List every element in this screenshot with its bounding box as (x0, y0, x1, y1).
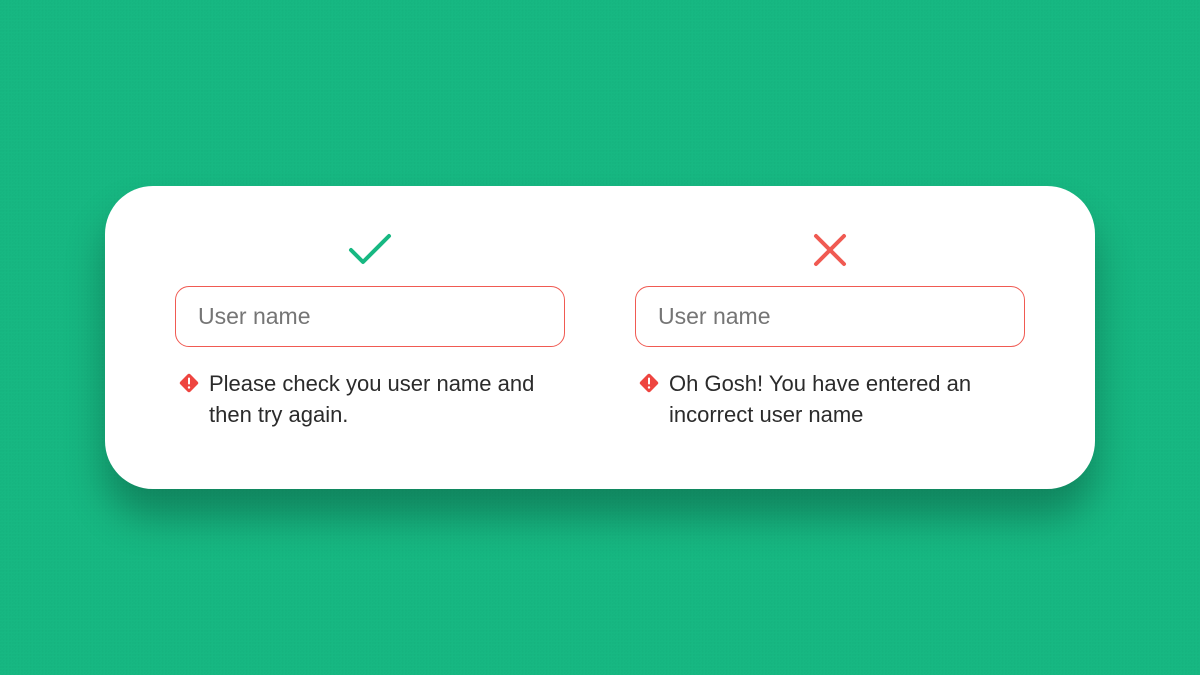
checkmark-icon (347, 228, 393, 272)
error-message-bad: Oh Gosh! You have entered an incorrect u… (635, 369, 1025, 431)
error-text-bad: Oh Gosh! You have entered an incorrect u… (669, 369, 1025, 431)
username-input-bad[interactable] (635, 286, 1025, 347)
username-input-good[interactable] (175, 286, 565, 347)
error-text-good: Please check you user name and then try … (209, 369, 565, 431)
bad-example-column: Oh Gosh! You have entered an incorrect u… (635, 228, 1025, 431)
error-message-good: Please check you user name and then try … (175, 369, 565, 431)
good-example-column: Please check you user name and then try … (175, 228, 565, 431)
cross-icon (811, 228, 849, 272)
comparison-card: Please check you user name and then try … (105, 186, 1095, 489)
alert-icon (639, 373, 659, 398)
alert-icon (179, 373, 199, 398)
